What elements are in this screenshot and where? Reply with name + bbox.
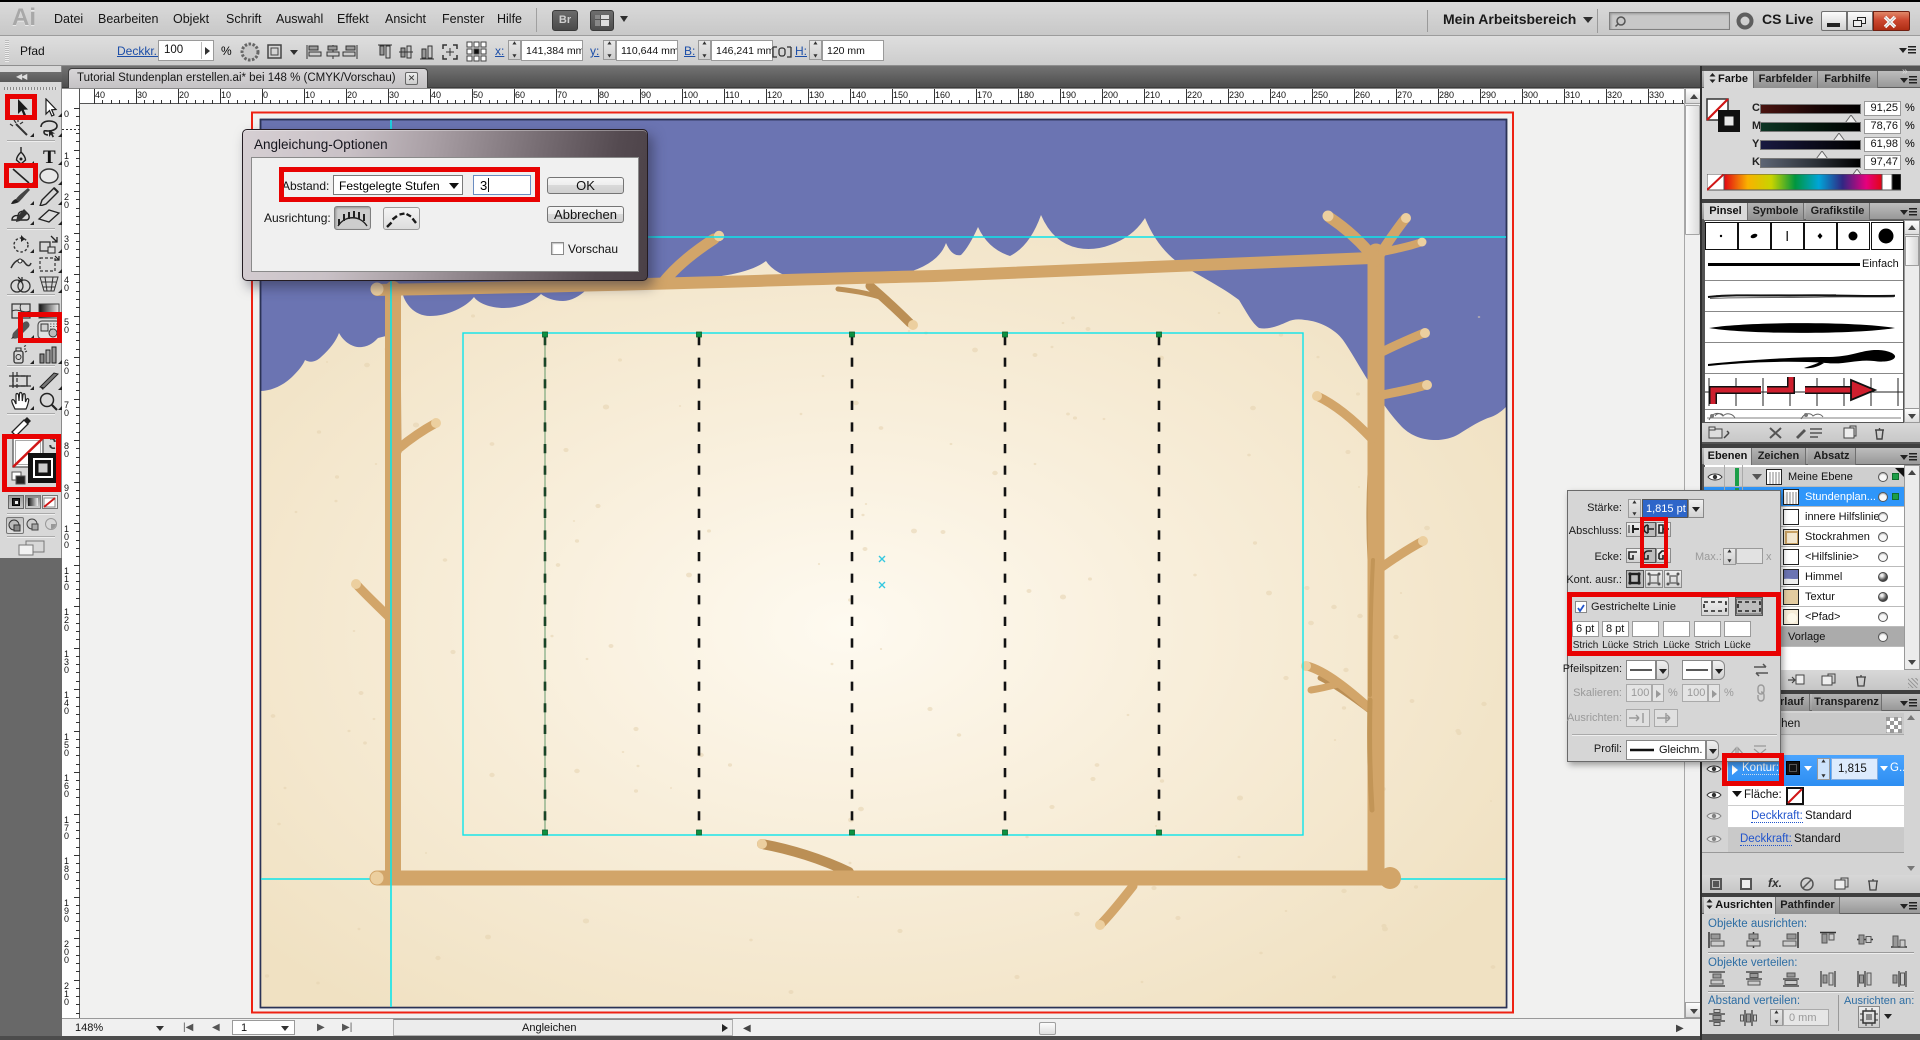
svg-text:T: T bbox=[43, 147, 56, 166]
